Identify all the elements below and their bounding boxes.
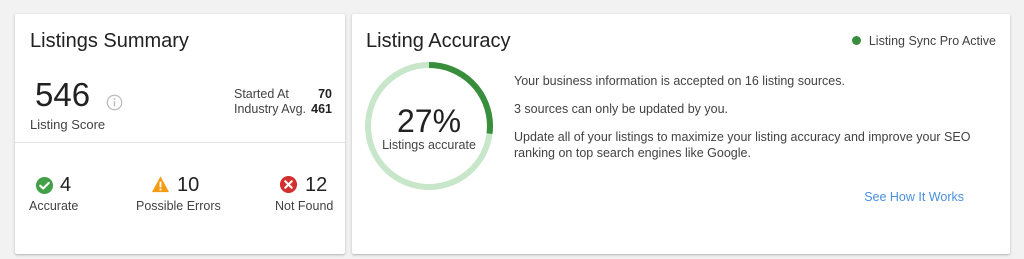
listings-summary-card: Listings Summary 546 Listing Score Start… — [15, 14, 345, 254]
listing-accuracy-card: Listing Accuracy Listing Sync Pro Active… — [352, 14, 1010, 254]
industry-avg-row: Industry Avg. 461 — [234, 102, 332, 116]
divider — [15, 142, 345, 143]
sync-status-badge: Listing Sync Pro Active — [851, 34, 996, 48]
see-how-it-works-link[interactable]: See How It Works — [864, 190, 964, 204]
close-circle-icon — [279, 175, 298, 194]
info-icon[interactable] — [106, 94, 123, 111]
sync-status-text: Listing Sync Pro Active — [868, 34, 996, 48]
listings-summary-title: Listings Summary — [30, 30, 189, 52]
update-advice-text: Update all of your listings to maximize … — [514, 130, 971, 160]
possible-errors-label: Possible Errors — [136, 199, 221, 213]
sources-manual-text: 3 sources can only be updated by you. — [514, 102, 729, 116]
not-found-label: Not Found — [275, 199, 334, 213]
check-circle-icon — [35, 176, 54, 195]
accuracy-percent: 27% — [396, 103, 462, 139]
listing-accuracy-title: Listing Accuracy — [366, 30, 511, 52]
warning-triangle-icon — [151, 176, 170, 193]
not-found-count: 12 — [305, 174, 328, 196]
status-dot-icon — [851, 36, 861, 45]
started-at-label: Started At — [234, 87, 289, 101]
started-at-row: Started At 70 — [234, 87, 332, 101]
accurate-label: Accurate — [29, 199, 79, 213]
accurate-count: 4 — [60, 174, 72, 196]
gauge-label: Listings accurate — [382, 138, 476, 152]
listing-score-value: 546 — [35, 76, 91, 113]
industry-avg-label: Industry Avg. — [234, 102, 307, 116]
possible-errors-count: 10 — [177, 174, 200, 196]
sources-accepted-text: Your business information is accepted on… — [514, 74, 845, 88]
started-at-value: 70 — [318, 87, 332, 101]
industry-avg-value: 461 — [311, 102, 332, 116]
listing-score-label: Listing Score — [30, 117, 106, 132]
